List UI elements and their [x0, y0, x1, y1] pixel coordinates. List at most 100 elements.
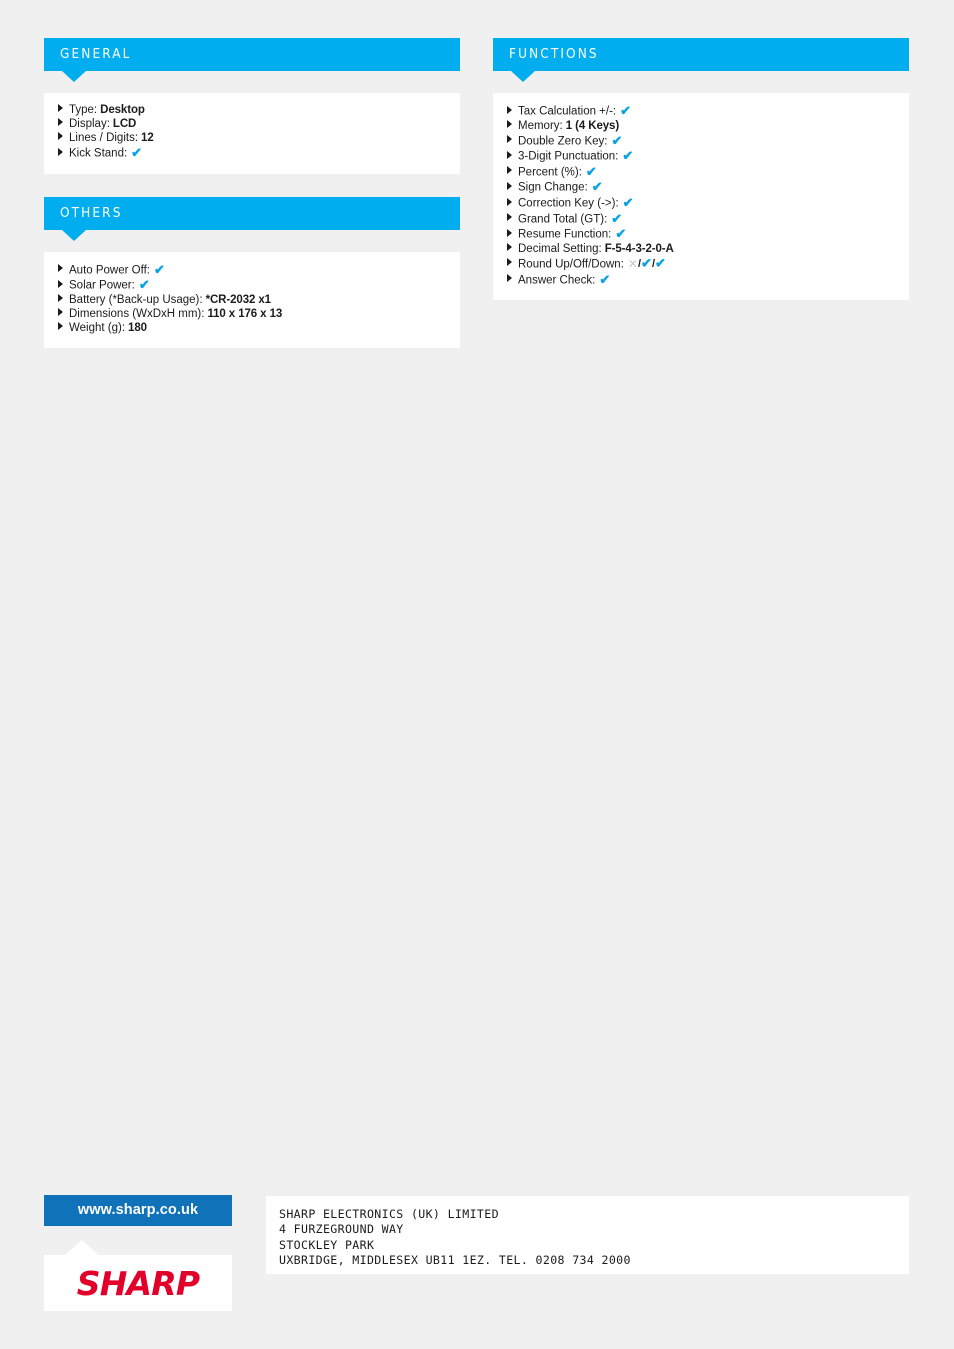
- company-address-block: SHARP ELECTRONICS (UK) LIMITED 4 FURZEGRO…: [266, 1196, 909, 1274]
- check-icon: ✔: [599, 271, 611, 287]
- bullet-arrow-icon: [58, 132, 63, 141]
- bullet-arrow-icon: [58, 118, 63, 127]
- bullet-arrow-icon: [58, 279, 63, 288]
- spec-row: Battery (*Back-up Usage): *CR-2032 x1: [58, 294, 446, 308]
- spec-label: Weight (g):: [69, 322, 126, 335]
- spec-row: Kick Stand: ✔: [58, 146, 446, 161]
- section-general: GENERAL Type: Desktop Display: LCD Lines / D…: [44, 38, 460, 174]
- spec-value: Desktop: [100, 104, 145, 116]
- spec-label: Tax Calculation +/-:: [518, 105, 617, 118]
- section-title-others: OTHERS: [60, 205, 123, 222]
- bullet-arrow-icon: [58, 308, 63, 317]
- bullet-arrow-icon: [58, 322, 63, 331]
- spec-row: Lines / Digits: 12: [58, 132, 446, 146]
- spec-label: Resume Function:: [518, 228, 612, 241]
- spec-label: Sign Change:: [518, 181, 588, 194]
- spec-row: Memory: 1 (4 Keys): [507, 119, 895, 134]
- spec-label: Double Zero Key:: [518, 135, 608, 148]
- section-header-others: OTHERS: [44, 196, 460, 241]
- address-line: SHARP ELECTRONICS (UK) LIMITED: [279, 1207, 499, 1221]
- spec-label: 3-Digit Punctuation:: [518, 150, 619, 163]
- spec-label: Round Up/Off/Down:: [518, 258, 624, 271]
- section-header-general: GENERAL: [44, 38, 460, 82]
- check-icon: ✔: [622, 195, 634, 211]
- spec-label: Solar Power:: [69, 279, 135, 292]
- bullet-arrow-icon: [507, 197, 512, 206]
- left-column: GENERAL Type: Desktop Display: LCD Lines / D…: [44, 38, 460, 349]
- spec-label: Battery (*Back-up Usage):: [69, 294, 203, 307]
- section-body-others: Auto Power Off: ✔ Solar Power: ✔ Battery (*B…: [44, 251, 460, 349]
- check-icon: ✔: [620, 103, 632, 118]
- bullet-arrow-icon: [507, 181, 512, 190]
- spec-label: Dimensions (WxDxH mm):: [69, 308, 205, 321]
- check-icon: ✔: [622, 148, 634, 164]
- spec-row: Sign Change: ✔: [507, 180, 895, 195]
- spec-row: Weight (g): 180: [58, 322, 446, 336]
- spec-row: Dimensions (WxDxH mm): 110 x 176 x 13: [58, 308, 446, 322]
- header-notch-icon: [511, 71, 535, 82]
- spec-row: Resume Function: ✔: [507, 227, 895, 242]
- spec-row: Correction Key (->): ✔: [507, 196, 895, 211]
- check-icon: ✔: [611, 132, 623, 148]
- spec-value: 1 (4 Keys): [565, 119, 620, 132]
- bullet-arrow-icon: [507, 166, 512, 175]
- round-mode-icons: ✕/✔/✔: [624, 256, 666, 271]
- spec-row: Display: LCD: [58, 118, 446, 132]
- check-icon: ✔: [131, 145, 143, 161]
- header-notch-icon: [62, 71, 86, 82]
- check-icon: ✔: [615, 226, 627, 242]
- bullet-arrow-icon: [507, 213, 512, 222]
- check-icon: ✔: [138, 277, 150, 293]
- section-others: OTHERS Auto Power Off: ✔ Solar Power: ✔ Batt…: [44, 196, 460, 349]
- spec-row: Answer Check: ✔: [507, 271, 895, 288]
- spec-label: Decimal Setting:: [518, 242, 602, 255]
- bullet-arrow-icon: [58, 147, 63, 156]
- spec-label: Lines / Digits:: [69, 132, 139, 145]
- bullet-arrow-icon: [507, 274, 512, 283]
- spec-row: Grand Total (GT): ✔: [507, 210, 895, 227]
- spec-row: Type: Desktop: [58, 104, 446, 118]
- spec-label: Auto Power Off:: [69, 264, 150, 277]
- bullet-arrow-icon: [507, 258, 512, 267]
- spec-label: Memory:: [518, 119, 563, 132]
- header-notch-icon: [62, 229, 86, 241]
- bullet-arrow-icon: [58, 294, 63, 303]
- spec-row: Tax Calculation +/-: ✔: [507, 104, 895, 119]
- website-badge[interactable]: www.sharp.co.uk: [44, 1195, 232, 1226]
- section-body-functions: Tax Calculation +/-: ✔ Memory: 1 (4 Keys) Do…: [493, 93, 909, 301]
- sharp-logo-text: SHARP: [76, 1263, 200, 1303]
- bullet-arrow-icon: [507, 135, 512, 144]
- spec-row: Auto Power Off: ✔: [58, 263, 446, 278]
- spec-row: Solar Power: ✔: [58, 278, 446, 293]
- spec-value: 12: [141, 132, 154, 145]
- cross-icon: ✕: [627, 256, 638, 271]
- spec-label: Kick Stand:: [69, 147, 128, 160]
- check-icon: ✔: [591, 179, 603, 195]
- right-column: FUNCTIONS Tax Calculation +/-: ✔ Memory: 1 …: [493, 38, 909, 301]
- spec-label: Grand Total (GT):: [518, 213, 608, 226]
- address-line: 4 FURZEGROUND WAY: [279, 1222, 404, 1237]
- spec-label: Answer Check:: [518, 274, 596, 287]
- section-title-functions: FUNCTIONS: [509, 46, 599, 63]
- spec-row: 3-Digit Punctuation: ✔: [507, 149, 895, 164]
- bullet-arrow-icon: [507, 119, 512, 128]
- spec-row: Round Up/Off/Down: ✕/✔/✔: [507, 257, 895, 272]
- spec-value: F-5-4-3-2-0-A: [604, 242, 674, 255]
- check-icon: ✔: [585, 163, 597, 179]
- section-title-general: GENERAL: [60, 46, 132, 63]
- logo-notch-icon: [64, 1240, 100, 1256]
- spec-value: LCD: [112, 118, 137, 131]
- spec-value: *CR-2032 x1: [205, 294, 271, 307]
- spec-label: Type:: [69, 104, 98, 116]
- spec-label: Percent (%):: [518, 166, 582, 179]
- spec-row: Decimal Setting: F-5-4-3-2-0-A: [507, 242, 895, 257]
- spec-label: Display:: [69, 118, 110, 131]
- spec-row: Double Zero Key: ✔: [507, 132, 895, 149]
- bullet-arrow-icon: [58, 264, 63, 273]
- spec-row: Percent (%): ✔: [507, 165, 895, 180]
- check-icon: ✔: [611, 210, 623, 226]
- address-line: STOCKLEY PARK: [279, 1237, 375, 1252]
- spec-value: 180: [128, 322, 147, 335]
- column-gap: [44, 174, 460, 197]
- bullet-arrow-icon: [507, 242, 512, 251]
